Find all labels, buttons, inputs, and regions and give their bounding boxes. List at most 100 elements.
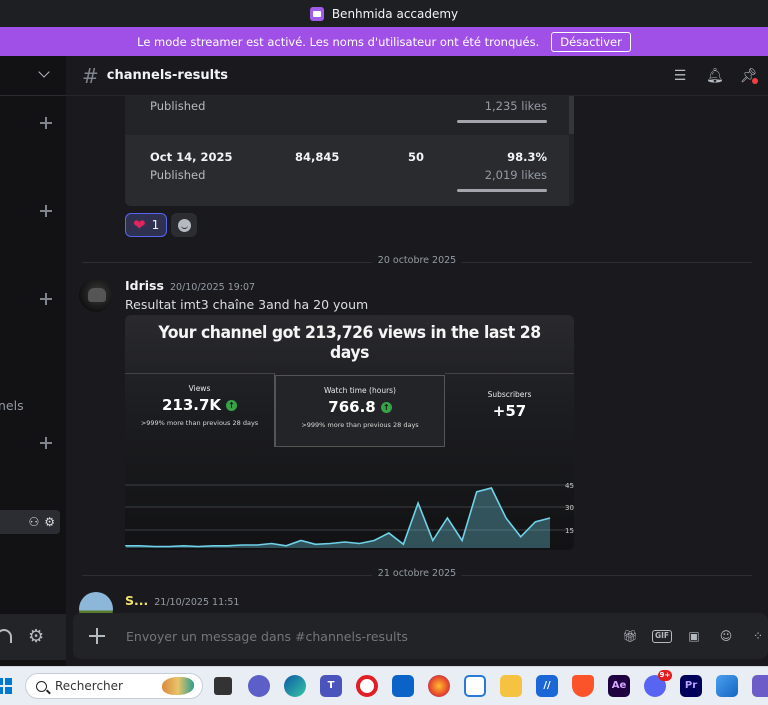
photo-title: Your channel got 213,726 views in the la…: [158, 323, 541, 363]
add-reaction-button[interactable]: [171, 213, 198, 237]
discord-icon[interactable]: 9+: [644, 670, 672, 697]
streamer-mode-banner: Le mode streamer est activé. Les noms d'…: [0, 27, 768, 56]
disable-streamer-button[interactable]: Désactiver: [551, 31, 631, 52]
edge-icon[interactable]: [284, 675, 306, 697]
app-icon[interactable]: //: [536, 675, 558, 697]
search-icon: [36, 680, 47, 692]
arrow-up-icon: ↑: [380, 401, 392, 413]
firefox-icon[interactable]: [428, 675, 450, 697]
likes-bar: [457, 189, 547, 192]
channel-sidebar: nels ⚇ ⚙ ⚙: [0, 56, 66, 666]
bell-icon[interactable]: 🔔︎: [706, 68, 724, 84]
notification-badge: 9+: [658, 670, 672, 681]
channel-header: # channels-results ☰ 🔔︎ 📌︎: [66, 56, 768, 96]
chart-tick-label: 30: [565, 504, 574, 512]
sticker-icon[interactable]: ▣: [684, 628, 704, 644]
date-divider-label: 20 octobre 2025: [371, 255, 463, 266]
windows-taskbar: Rechercher T // Ae 9+ Pr: [0, 666, 768, 705]
emoji-icon[interactable]: ☺: [716, 628, 736, 644]
results-embed: Published 1,235 likes Oct 14, 2025 84,84…: [125, 96, 574, 206]
author-name[interactable]: Idriss: [125, 278, 164, 293]
avatar[interactable]: [79, 278, 113, 312]
date-divider: 21 octobre 2025: [82, 568, 752, 579]
premiere-icon[interactable]: Pr: [680, 675, 702, 697]
author-name[interactable]: S...: [125, 593, 148, 608]
add-channel-icon[interactable]: [40, 293, 52, 305]
category-label[interactable]: nels: [0, 398, 24, 413]
heart-reaction[interactable]: ❤ 1: [125, 213, 168, 237]
user-panel: ⚙: [0, 614, 66, 660]
mail-icon[interactable]: [392, 675, 414, 697]
stat-sub: >999% more than previous 28 days: [140, 419, 259, 427]
row-likes: 2,019 likes: [484, 168, 547, 182]
settings-gear-icon[interactable]: ⚙: [28, 626, 44, 647]
taskbar-search-label: Rechercher: [55, 679, 123, 693]
channel-name: channels-results: [106, 68, 229, 83]
add-channel-icon[interactable]: [40, 205, 52, 217]
app-logo-icon: [309, 6, 324, 21]
brave-icon[interactable]: [572, 675, 594, 697]
teams-meet-icon[interactable]: [248, 675, 270, 697]
taskbar-search[interactable]: Rechercher: [25, 673, 203, 699]
task-view-icon[interactable]: [214, 677, 232, 695]
embed-scrollbar[interactable]: [569, 96, 574, 134]
image-attachment[interactable]: Your channel got 213,726 views in the la…: [125, 315, 574, 550]
headset-icon[interactable]: [0, 629, 12, 643]
teams-icon[interactable]: T: [320, 675, 342, 697]
window-app-icon[interactable]: [464, 675, 486, 697]
file-explorer-icon[interactable]: [500, 675, 522, 697]
message-input[interactable]: [126, 628, 566, 644]
message-composer: 🎁︎ GIF ▣ ☺ ⁘: [73, 613, 768, 659]
gif-icon[interactable]: GIF: [652, 629, 672, 643]
stat-value: +57: [492, 402, 527, 420]
opera-icon[interactable]: [356, 675, 378, 697]
add-member-icon[interactable]: ⚇: [28, 515, 39, 529]
row-subs: 50: [408, 150, 425, 164]
search-highlight-icon: [162, 677, 194, 695]
threads-icon[interactable]: ☰: [672, 68, 688, 84]
row-likes: 1,235 likes: [484, 99, 547, 113]
after-effects-icon[interactable]: Ae: [608, 675, 630, 697]
stat-value: 213.7K: [161, 396, 222, 414]
gift-icon[interactable]: 🎁︎: [620, 628, 640, 644]
stat-subscribers: Subscribers +57: [445, 373, 574, 447]
reaction-count: 1: [151, 218, 160, 232]
pin-icon[interactable]: 📌︎: [740, 68, 758, 84]
smile-icon: [177, 218, 191, 232]
chevron-down-icon[interactable]: [38, 66, 50, 78]
message-timestamp: 21/10/2025 11:51: [154, 597, 240, 608]
gear-icon[interactable]: ⚙: [44, 515, 55, 529]
stat-label: Subscribers: [487, 390, 532, 399]
hash-icon: #: [82, 63, 99, 88]
arrow-up-icon: ↑: [226, 399, 238, 411]
stat-label: Views: [188, 384, 211, 393]
row-date: Oct 14, 2025: [150, 150, 233, 164]
stat-views: Views 213.7K ↑ >999% more than previous 2…: [125, 373, 275, 447]
window-title: Benhmida accademy: [331, 6, 459, 21]
apps-icon[interactable]: ⁘: [748, 628, 768, 644]
reactions-bar: ❤ 1: [125, 213, 198, 237]
row-views: 84,845: [295, 150, 340, 164]
message-text: Resultat imt3 chaîne 3and ha 20 youm: [125, 297, 369, 312]
window-titlebar: Benhmida accademy: [0, 0, 768, 27]
row-status: Published: [150, 168, 206, 182]
photos-icon[interactable]: [716, 675, 738, 697]
message-timestamp: 20/10/2025 19:07: [169, 282, 256, 293]
row-percent: 98.3%: [507, 150, 547, 164]
table-row: Oct 14, 2025 84,845 50 98.3% Published 2…: [125, 135, 569, 206]
app-icon[interactable]: [752, 675, 768, 697]
banner-text: Le mode streamer est activé. Les noms d'…: [137, 34, 540, 49]
stat-sub: >999% more than previous 28 days: [301, 421, 419, 429]
date-divider-label: 21 octobre 2025: [371, 568, 463, 579]
chat-area: # channels-results ☰ 🔔︎ 📌︎ Published 1,2…: [66, 56, 768, 666]
add-channel-icon[interactable]: [40, 437, 52, 449]
server-header[interactable]: [0, 56, 66, 96]
views-chart: 45 30 15: [125, 482, 574, 548]
message-author[interactable]: Idriss 20/10/2025 19:07: [125, 278, 255, 293]
plus-icon[interactable]: [89, 628, 105, 644]
message-author[interactable]: S... 21/10/2025 11:51: [125, 593, 239, 608]
sidebar-item-active[interactable]: ⚇ ⚙: [0, 510, 60, 534]
windows-start-icon[interactable]: [0, 678, 12, 694]
add-channel-icon[interactable]: [40, 117, 52, 129]
chart-area: [125, 488, 550, 548]
